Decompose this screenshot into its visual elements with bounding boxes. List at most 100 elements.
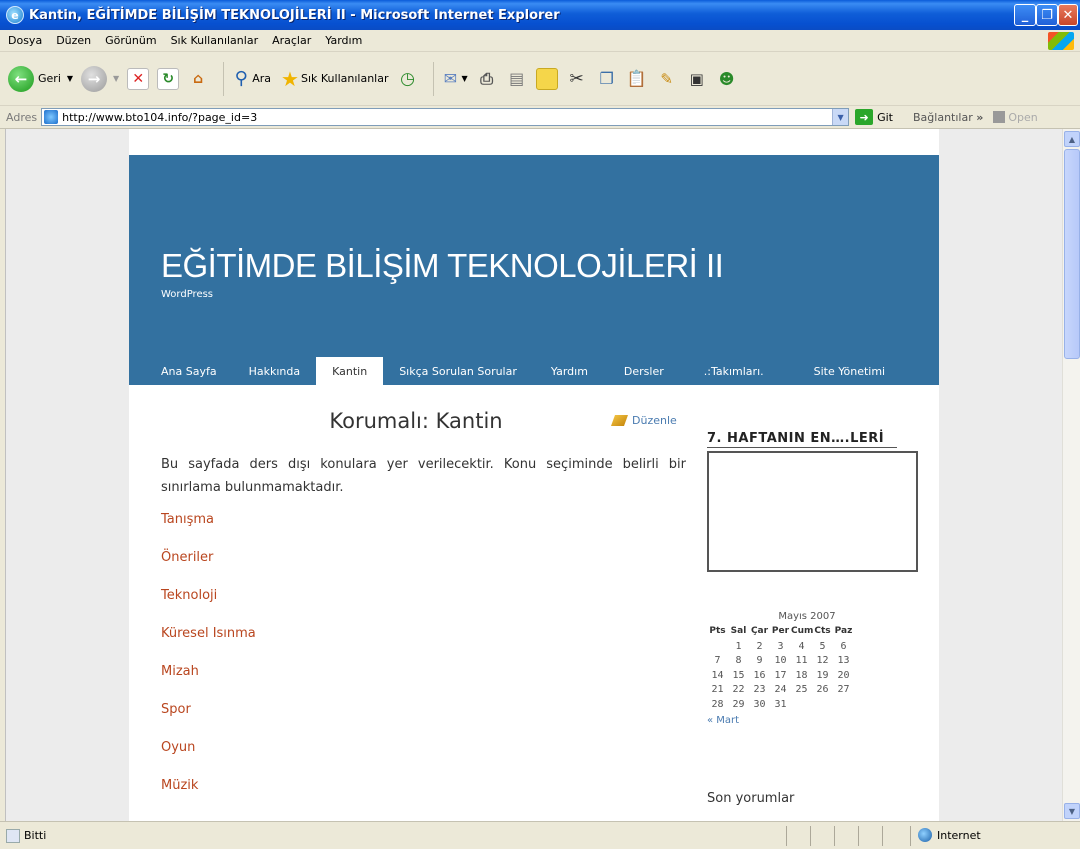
address-url: http://www.bto104.info/?page_id=3 (62, 110, 258, 124)
calendar-day: 26 (816, 684, 829, 695)
dropdown-icon: ▼ (113, 74, 120, 83)
edit-icon: ▤ (509, 69, 525, 88)
paste-button[interactable]: 📋 (626, 68, 648, 90)
page-icon (44, 110, 59, 124)
main-content: Korumalı: Kantin Düzenle Bu sayfada ders… (161, 409, 691, 800)
calendar-day: 8 (735, 655, 742, 666)
calendar-day: 21 (711, 684, 724, 695)
link-spor[interactable]: Spor (161, 702, 691, 724)
calendar-day-name: Cts (814, 626, 831, 636)
calendar-day: 11 (795, 655, 808, 666)
menu-file[interactable]: Dosya (8, 34, 42, 47)
go-button[interactable]: ➜ Git (855, 109, 893, 125)
calendar-day: 25 (795, 684, 808, 695)
minimize-button[interactable]: _ (1014, 4, 1036, 26)
dropdown-icon: ▼ (461, 74, 468, 83)
go-arrow-icon: ➜ (855, 109, 874, 125)
stop-button[interactable]: ✕ (127, 67, 150, 90)
calendar-day: 15 (732, 669, 745, 681)
research-button[interactable]: ✎ (656, 68, 678, 90)
favorites-button[interactable]: ★ Sık Kullanılanlar (279, 67, 388, 91)
messenger-button[interactable]: ☻ (716, 68, 738, 90)
link-oyun[interactable]: Oyun (161, 740, 691, 762)
nav-help[interactable]: Yardım (533, 357, 606, 385)
status-separator (834, 826, 835, 846)
nav-courses[interactable]: Dersler (606, 357, 682, 385)
open-icon (993, 111, 1006, 123)
menu-tools[interactable]: Araçlar (272, 34, 311, 47)
forward-button[interactable]: → ▼ (81, 65, 120, 92)
forward-arrow-icon: → (81, 65, 108, 92)
calendar-day-name: Cum (791, 626, 814, 636)
calendar-prev-link[interactable]: « Mart (707, 715, 907, 726)
link-muzik[interactable]: Müzik (161, 778, 691, 800)
nav-kantin[interactable]: Kantin (316, 357, 384, 385)
menu-help[interactable]: Yardım (325, 34, 362, 47)
calendar-day-name: Paz (834, 626, 853, 636)
site-header: EĞİTİMDE BİLİŞİM TEKNOLOJİLERİ II WordPr… (129, 155, 939, 385)
status-separator (910, 826, 911, 846)
address-input[interactable]: http://www.bto104.info/?page_id=3 ▼ (41, 108, 850, 126)
maximize-button[interactable]: ❐ (1036, 4, 1058, 26)
mail-button[interactable]: ✉ ▼ (440, 68, 468, 90)
refresh-button[interactable]: ↻ (157, 67, 180, 90)
link-oneriler[interactable]: Öneriler (161, 550, 691, 572)
nav-faq[interactable]: Sıkça Sorulan Sorular (383, 357, 533, 385)
calendar-day: 17 (774, 669, 787, 681)
open-button[interactable]: Open (993, 111, 1038, 124)
link-mizah[interactable]: Mizah (161, 664, 691, 686)
close-button[interactable]: ✕ (1058, 4, 1078, 26)
menu-edit[interactable]: Düzen (56, 34, 91, 47)
search-button[interactable]: ⚲ Ara (230, 68, 271, 90)
nav-about[interactable]: Hakkında (233, 357, 317, 385)
vertical-scrollbar[interactable]: ▲ ▼ (1062, 129, 1080, 821)
calendar-day: 29 (732, 698, 745, 710)
calendar-weeks: 1 2 3 4 5 6 7 8 9 10 11 12 13 14 15 16 17 18 19 20 21 22 23 24 2… (707, 641, 907, 714)
menu-view[interactable]: Görünüm (105, 34, 156, 47)
calendar-day: 16 (753, 669, 766, 681)
scroll-up-icon[interactable]: ▲ (1064, 131, 1080, 147)
back-button[interactable]: ← Geri ▼ (8, 65, 73, 92)
links-toolbar[interactable]: Bağlantılar » (913, 111, 983, 124)
copy-button[interactable]: ❐ (596, 68, 618, 90)
calendar-day: 12 (816, 655, 829, 666)
paste-icon: 📋 (626, 69, 647, 88)
security-zone[interactable]: Internet (918, 828, 981, 842)
menu-favorites[interactable]: Sık Kullanılanlar (171, 34, 259, 47)
nav-home[interactable]: Ana Sayfa (129, 357, 233, 385)
edit-page-button[interactable]: ▤ (506, 68, 528, 90)
home-button[interactable]: ⌂ (187, 68, 209, 90)
toolbar: ← Geri ▼ → ▼ ✕ ↻ ⌂ ⚲ Ara ★ Sık Kullanıla… (0, 52, 1080, 106)
go-label: Git (877, 110, 893, 124)
status-text: Bitti (24, 829, 47, 842)
messenger-icon: ☻ (718, 69, 735, 88)
calendar-day: 7 (714, 655, 721, 666)
media-button[interactable]: ▣ (686, 68, 708, 90)
calendar-day: 14 (711, 669, 724, 681)
nav-teams[interactable]: .:Takımları. (682, 357, 786, 385)
notes-button[interactable] (535, 67, 558, 90)
address-dropdown-icon[interactable]: ▼ (832, 109, 849, 125)
link-kuresel-isinma[interactable]: Küresel Isınma (161, 626, 691, 648)
link-tanisma[interactable]: Tanışma (161, 512, 691, 534)
site-title[interactable]: EĞİTİMDE BİLİŞİM TEKNOLOJİLERİ II (161, 247, 724, 285)
browser-viewport: EĞİTİMDE BİLİŞİM TEKNOLOJİLERİ II WordPr… (0, 128, 1080, 821)
globe-icon (918, 828, 932, 842)
nav-admin[interactable]: Site Yönetimi (786, 357, 893, 385)
widget-title: 7. HAFTANIN EN….LERİ (707, 431, 897, 448)
cut-button[interactable]: ✂ (566, 68, 588, 90)
calendar-day: 4 (798, 640, 805, 652)
print-button[interactable]: ⎙ (476, 68, 498, 90)
mail-icon: ✉ (443, 69, 458, 88)
link-teknoloji[interactable]: Teknoloji (161, 588, 691, 610)
edit-link[interactable]: Düzenle (610, 414, 677, 427)
scroll-thumb[interactable] (1064, 149, 1080, 359)
status-separator (882, 826, 883, 846)
calendar-day-name: Pts (709, 626, 726, 636)
pencil-icon (610, 415, 629, 426)
links-label: Bağlantılar (913, 110, 973, 124)
scroll-down-icon[interactable]: ▼ (1064, 803, 1080, 819)
intro-text: Bu sayfada ders dışı konulara yer verile… (161, 457, 686, 495)
history-button[interactable]: ◷ (397, 68, 419, 90)
calendar-day: 10 (774, 655, 787, 666)
